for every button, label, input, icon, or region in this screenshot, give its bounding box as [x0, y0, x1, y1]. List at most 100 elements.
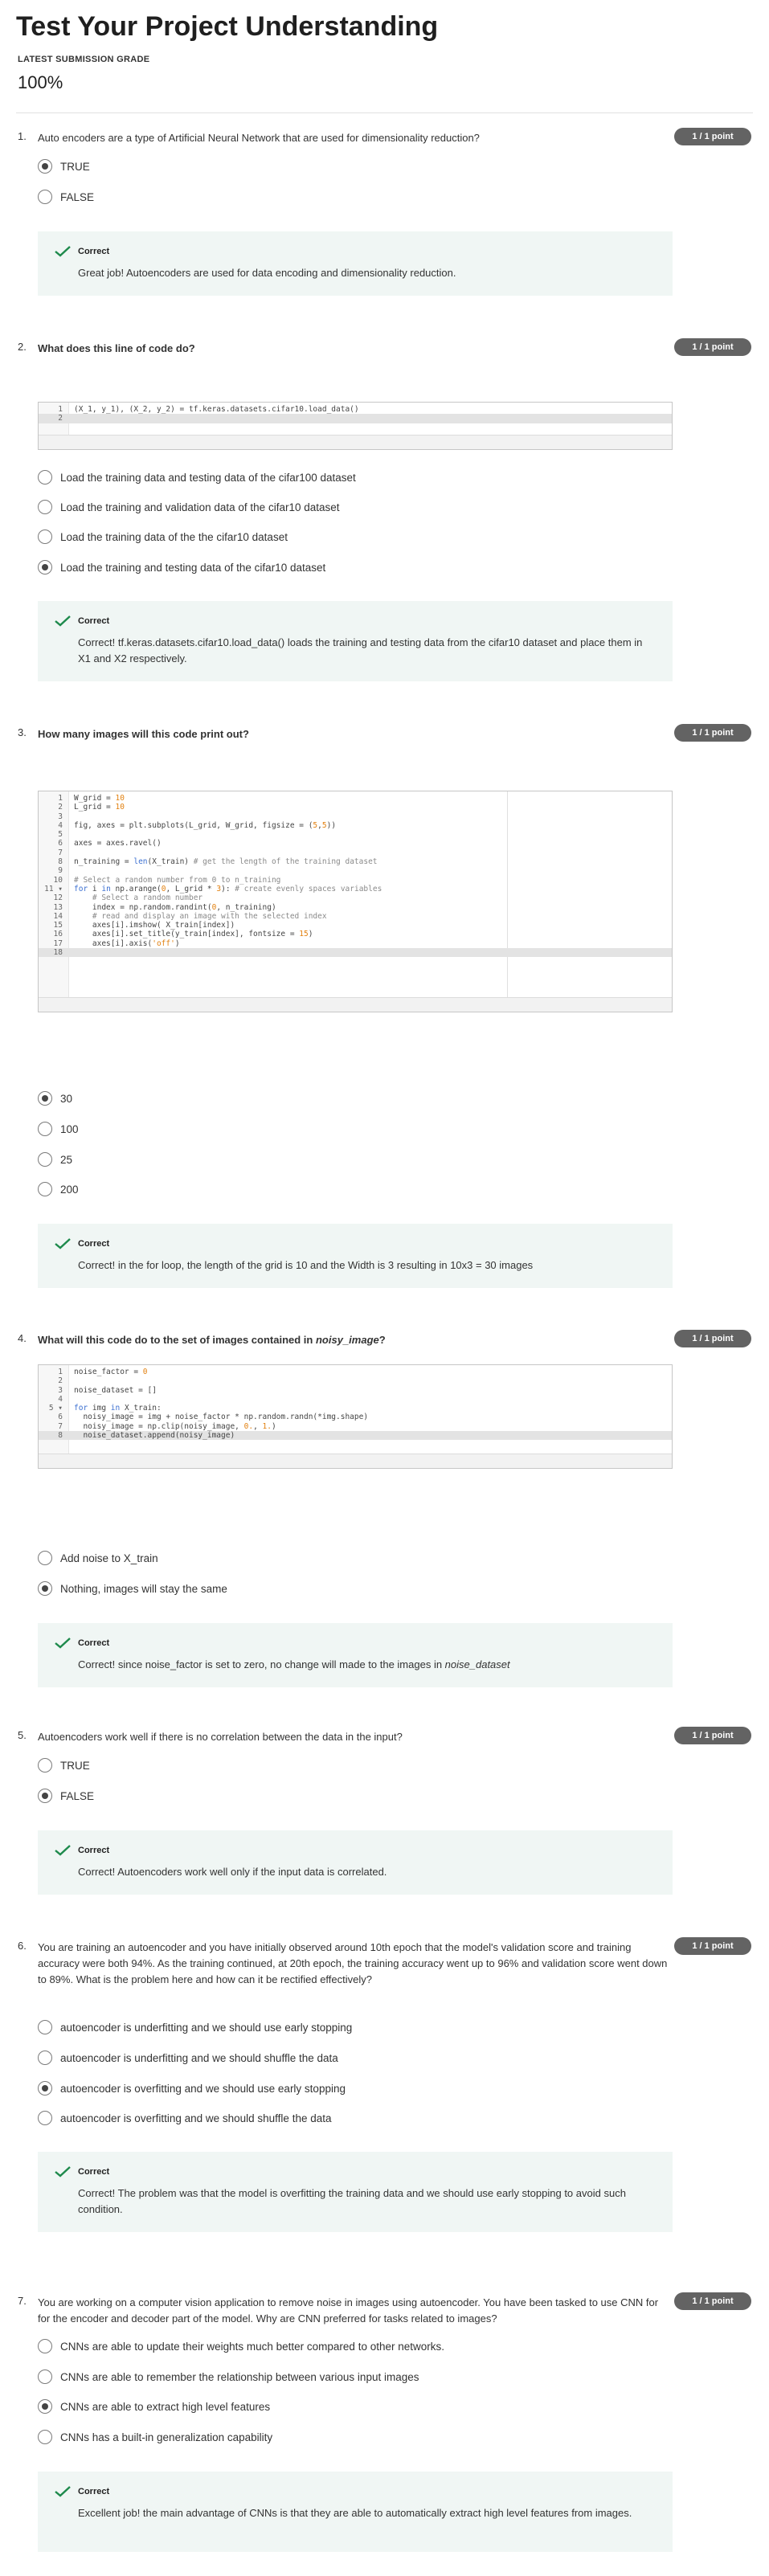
question-text: What does this line of code do?	[38, 342, 195, 354]
code-line: 4	[58, 1394, 63, 1404]
radio-selected-icon[interactable]	[38, 1091, 52, 1106]
radio-icon[interactable]	[38, 1758, 52, 1773]
feedback-box: Correct Correct! since noise_factor is s…	[38, 1623, 673, 1687]
radio-icon[interactable]	[38, 1551, 52, 1565]
check-icon	[55, 1845, 71, 1856]
radio-icon[interactable]	[38, 470, 52, 485]
radio-selected-icon[interactable]	[38, 1581, 52, 1596]
option-label: autoencoder is overfitting and we should…	[60, 2082, 346, 2095]
question-number: 6.	[18, 1940, 27, 1952]
radio-selected-icon[interactable]	[38, 2081, 52, 2096]
question-number: 5.	[18, 1729, 27, 1741]
code-line: 12 # Select a random number	[53, 893, 203, 903]
option-label: CNNs are able to remember the relationsh…	[60, 2370, 419, 2383]
option-radio[interactable]: 25	[38, 1151, 72, 1168]
option-radio[interactable]: Load the training and testing data of th…	[38, 558, 325, 576]
radio-icon[interactable]	[38, 190, 52, 204]
header-divider	[16, 112, 753, 113]
feedback-box: Correct Excellent job! the main advantag…	[38, 2472, 673, 2552]
radio-selected-icon[interactable]	[38, 560, 52, 574]
option-label: Load the training data and testing data …	[60, 471, 356, 484]
radio-icon[interactable]	[38, 2370, 52, 2384]
option-radio[interactable]: autoencoder is overfitting and we should…	[38, 2109, 331, 2127]
question-text: Autoencoders work well if there is no co…	[38, 1731, 403, 1743]
code-line: 14 # read and display an image with the …	[53, 911, 327, 921]
option-radio[interactable]: 30	[38, 1090, 72, 1107]
option-radio[interactable]: 100	[38, 1120, 79, 1138]
radio-icon[interactable]	[38, 1152, 52, 1167]
option-radio[interactable]: CNNs are able to remember the relationsh…	[38, 2368, 419, 2386]
option-label: FALSE	[60, 1789, 95, 1802]
option-label: 100	[60, 1122, 79, 1135]
radio-icon[interactable]	[38, 1122, 52, 1136]
code-line: 5 ▾ for img in X_train:	[48, 1404, 162, 1413]
option-radio[interactable]: 200	[38, 1180, 79, 1198]
question-text: What will this code do to the set of ima…	[38, 1334, 386, 1346]
option-label: Load the training and testing data of th…	[60, 561, 326, 574]
code-line: 5	[58, 830, 63, 840]
option-radio[interactable]: FALSE	[38, 1787, 94, 1805]
radio-selected-icon[interactable]	[38, 2399, 52, 2414]
radio-icon[interactable]	[38, 2339, 52, 2353]
feedback-box: Correct Correct! Autoencoders work well …	[38, 1830, 673, 1895]
option-radio[interactable]: Nothing, images will stay the same	[38, 1580, 227, 1597]
check-icon	[55, 2166, 71, 2177]
check-icon	[55, 1238, 71, 1249]
option-radio[interactable]: Load the training data of the the cifar1…	[38, 528, 288, 546]
option-label: 25	[60, 1153, 73, 1166]
code-line: 2 L_grid = 10	[58, 803, 125, 812]
code-line: 7	[58, 848, 63, 857]
question-text: You are training an autoencoder and you …	[38, 1941, 668, 1985]
option-label: FALSE	[60, 190, 95, 203]
radio-icon[interactable]	[38, 2051, 52, 2065]
feedback-title: Correct	[78, 2487, 110, 2496]
feedback-text: Correct! since noise_factor is set to ze…	[78, 1658, 510, 1670]
check-icon	[55, 246, 71, 257]
option-radio[interactable]: Add noise to X_train	[38, 1549, 158, 1567]
option-radio[interactable]: autoencoder is overfitting and we should…	[38, 2079, 346, 2097]
option-radio[interactable]: CNNs has a built-in generalization capab…	[38, 2428, 272, 2446]
option-radio[interactable]: TRUE	[38, 1756, 90, 1774]
check-icon	[55, 1638, 71, 1649]
option-radio[interactable]: autoencoder is underfitting and we shoul…	[38, 2018, 352, 2036]
points-badge: 1 / 1 point	[674, 1937, 751, 1955]
radio-icon[interactable]	[38, 530, 52, 544]
points-badge: 1 / 1 point	[674, 724, 751, 742]
option-radio[interactable]: autoencoder is underfitting and we shoul…	[38, 2049, 338, 2067]
check-icon	[55, 2486, 71, 2497]
radio-icon[interactable]	[38, 500, 52, 514]
option-radio[interactable]: CNNs are able to extract high level feat…	[38, 2398, 270, 2415]
option-label: CNNs are able to extract high level feat…	[60, 2400, 271, 2413]
radio-icon[interactable]	[38, 1182, 52, 1196]
radio-icon[interactable]	[38, 2111, 52, 2125]
option-radio[interactable]: TRUE	[38, 157, 90, 175]
code-line: 9	[58, 866, 63, 876]
code-line: 17 axes[i].axis('off')	[53, 938, 180, 948]
feedback-title: Correct	[78, 2167, 110, 2177]
radio-selected-icon[interactable]	[38, 1789, 52, 1803]
code-editor[interactable]: 1 (X_1, y_1), (X_2, y_2) = tf.keras.datas…	[38, 402, 673, 450]
points-badge: 1 / 1 point	[674, 338, 751, 356]
feedback-italic-term: noise_dataset	[444, 1658, 510, 1670]
code-line: 6 axes = axes.ravel()	[58, 839, 162, 848]
code-editor[interactable]: 1 noise_factor = 0 2 3 noise_dataset = [] …	[38, 1364, 673, 1469]
radio-icon[interactable]	[38, 2020, 52, 2034]
code-line: 13 index = np.random.randint(0, n_traini…	[53, 902, 276, 912]
option-radio[interactable]: FALSE	[38, 188, 94, 206]
question-italic-term: noisy_image	[315, 1334, 379, 1346]
radio-selected-icon[interactable]	[38, 159, 52, 174]
option-radio[interactable]: CNNs are able to update their weights mu…	[38, 2337, 444, 2355]
code-line: 8 noise_dataset.append(noisy_image)	[39, 1431, 672, 1441]
feedback-box: Correct Great job! Autoencoders are used…	[38, 231, 673, 296]
code-line: 1 noise_factor = 0	[58, 1368, 148, 1376]
option-radio[interactable]: Load the training data and testing data …	[38, 468, 356, 486]
code-line: 7 noisy_image = np.clip(noisy_image, 0.,…	[58, 1421, 276, 1431]
radio-icon[interactable]	[38, 2430, 52, 2444]
points-badge: 1 / 1 point	[674, 1727, 751, 1744]
feedback-text: Correct! tf.keras.datasets.cifar10.load_…	[78, 636, 643, 664]
feedback-title: Correct	[78, 247, 110, 256]
option-radio[interactable]: Load the training and validation data of…	[38, 498, 340, 516]
code-editor[interactable]: 1 W_grid = 10 2 L_grid = 10 3 4 fig, axes =…	[38, 791, 673, 1012]
feedback-text: Correct! Autoencoders work well only if …	[78, 1866, 387, 1878]
feedback-text: Correct! in the for loop, the length of …	[78, 1259, 534, 1271]
